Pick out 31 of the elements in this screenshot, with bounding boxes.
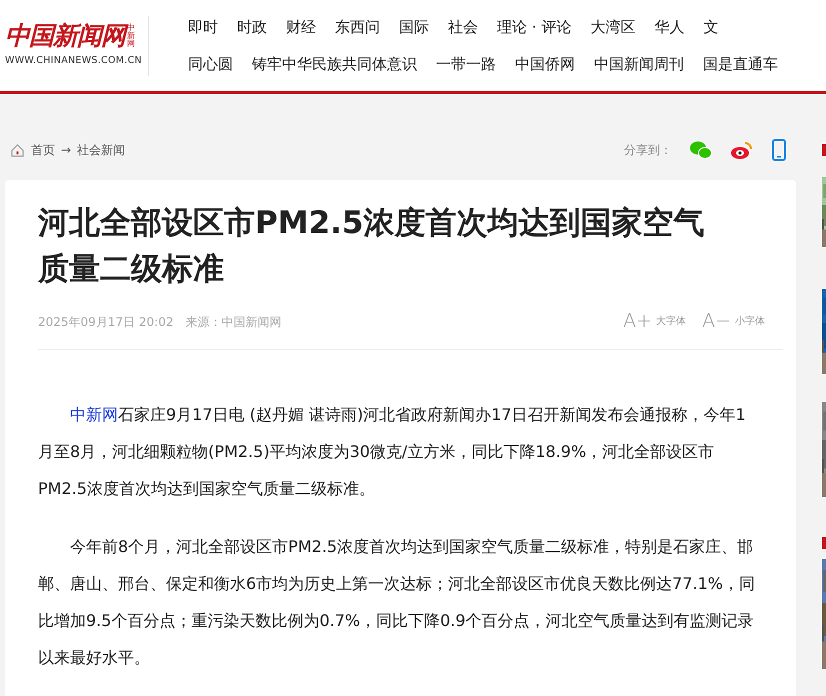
nav-link[interactable]: 大湾区 [590,17,636,37]
nav-link[interactable]: 东西问 [335,17,380,37]
article-date: 2025年09月17日 20:02 [38,314,174,330]
nav-link[interactable]: 时政 [237,17,267,37]
nav-link[interactable]: 铸牢中华民族共同体意识 [252,54,417,74]
site-url: WWW.CHINANEWS.COM.CN [5,54,142,68]
chat-bubbles-icon[interactable] [690,140,712,160]
nav-link[interactable]: 一带一路 [436,54,496,74]
nav-link[interactable]: 中国侨网 [515,54,575,74]
nav-link[interactable]: 即时 [188,17,218,37]
phone-icon[interactable] [772,139,786,161]
nav-link[interactable]: 中国新闻周刊 [594,54,684,74]
breadcrumb-link[interactable]: 社会新闻 [77,141,126,159]
share-label: 分享到： [624,142,672,159]
nav-link[interactable]: 国际 [399,17,429,37]
nav-link[interactable]: 国是直通车 [703,54,778,74]
nav-link[interactable]: 理论 · 评论 [497,17,572,37]
nav-link[interactable]: 同心圆 [188,54,233,74]
nav-link[interactable]: 文 [703,17,718,37]
home-icon [10,142,25,158]
breadcrumb-separator: → [61,142,72,159]
article-source: 来源：中国新闻网 [185,314,282,330]
article-title: 河北全部设区市PM2.5浓度首次均达到国家空气质量二级标准 [38,204,706,289]
nav-link[interactable]: 华人 [654,17,684,37]
article-paragraph: 中新网石家庄9月17日电 (赵丹媚 谌诗雨)河北省政府新闻办17日召开新闻发布会通报称，今年1月至8月，河北细颗粒物(PM2.5)平均浓度为30微克/立方米，同比下降18.9%，河北全部设区市PM2.5浓度首次均达到国家空气质量二级标准。 [38,404,747,500]
nav-link[interactable]: 财经 [286,17,316,37]
article-paragraph: 今年前8个月，河北全部设区市PM2.5浓度首次均达到国家空气质量二级标准，特别是石家庄、邯郸、唐山、邢台、保定和衡水6市均为历史上第一次达标；河北全部设区市优良天数比例达77.1%，同比增加9.5个百分点；重污染天数比例为0.7%，同比下降0.9个百分点，河北空气质量达到有监测记录以来最好水平。 [38,536,756,669]
weibo-icon[interactable] [730,140,754,160]
source-link[interactable]: 中新网 [70,405,118,424]
nav-link[interactable]: 社会 [448,17,478,37]
breadcrumb-link[interactable]: 首页 [31,141,55,159]
